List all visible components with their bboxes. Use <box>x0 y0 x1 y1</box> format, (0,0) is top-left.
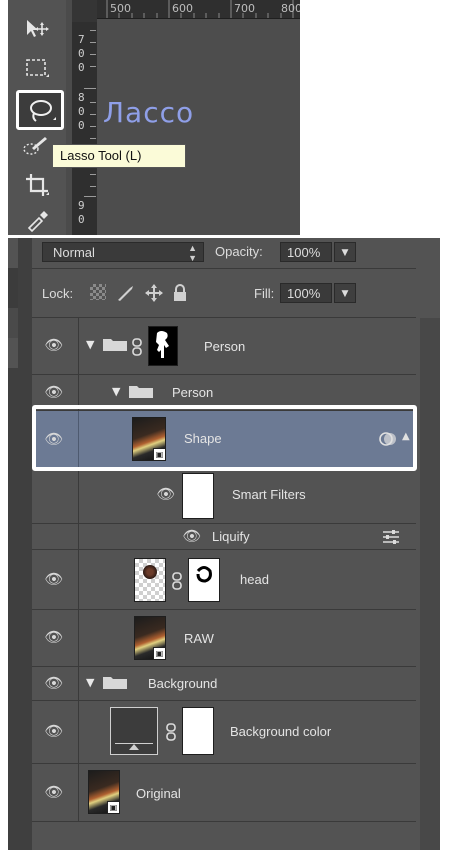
opacity-input[interactable]: 100% <box>280 242 332 262</box>
link-icon[interactable] <box>132 338 142 360</box>
layer-name: Smart Filters <box>232 487 306 502</box>
blending-options-icon[interactable] <box>382 529 400 549</box>
layer-name: head <box>240 572 269 587</box>
expand-caret-icon[interactable]: ▼ <box>86 676 94 689</box>
eye-icon[interactable]: 👁︎ <box>182 527 202 547</box>
layer-name: Background color <box>230 724 332 739</box>
ruler-label-500: 500 <box>110 2 131 15</box>
layer-row-background-color[interactable]: 👁︎ Background color <box>32 701 416 764</box>
opacity-label: Opacity: <box>215 244 263 259</box>
fill-layer-thumbnail[interactable] <box>110 707 158 755</box>
layer-name: Original <box>136 786 181 801</box>
eye-icon[interactable]: 👁︎ <box>44 783 64 803</box>
lock-position-icon[interactable] <box>144 283 164 307</box>
toolbar-screenshot: 500 600 700 800 7 0 0 8 0 0 9 0 Лассо La… <box>8 0 300 235</box>
smart-object-badge-icon: ▣ <box>153 647 165 659</box>
eyedropper-icon[interactable] <box>22 206 52 234</box>
ruler-corner <box>72 0 97 22</box>
chevron-down-icon: ▼ <box>341 248 349 258</box>
layer-row-original[interactable]: 👁︎ ▣ Original <box>32 764 416 822</box>
quick-select-icon[interactable] <box>20 134 50 162</box>
opacity-dropdown-button[interactable]: ▼ <box>334 242 356 262</box>
ruler-digit: 0 <box>78 61 85 74</box>
rect-marquee-icon[interactable] <box>22 56 52 84</box>
layers-panel-body: Normal ▲ ▼ Opacity: 100% ▼ Lock: Fill: 10… <box>32 238 440 850</box>
layer-mask-thumbnail[interactable] <box>148 326 178 366</box>
eye-icon[interactable]: 👁︎ <box>44 336 64 356</box>
lasso-tooltip: Lasso Tool (L) <box>52 144 186 168</box>
lock-label: Lock: <box>42 286 74 301</box>
layer-row-head[interactable]: 👁︎ head <box>32 550 416 610</box>
layers-panel: Normal ▲ ▼ Opacity: 100% ▼ Lock: Fill: 10… <box>8 238 440 850</box>
layer-name: Person <box>204 339 246 354</box>
smart-object-badge-icon: ▣ <box>107 801 119 813</box>
folder-icon <box>102 674 128 694</box>
eye-icon[interactable]: 👁︎ <box>44 383 64 403</box>
folder-icon <box>128 383 154 403</box>
tools-panel <box>8 0 66 235</box>
layer-thumbnail[interactable] <box>134 558 166 602</box>
ruler-digit: 9 <box>78 199 85 212</box>
link-icon[interactable] <box>166 723 176 745</box>
eye-icon[interactable]: 👁︎ <box>44 628 64 648</box>
layers-scrollbar[interactable] <box>420 318 440 850</box>
expand-caret-icon[interactable]: ▼ <box>86 338 94 351</box>
link-icon[interactable] <box>172 572 182 594</box>
blend-mode-value: Normal <box>53 245 95 260</box>
fill-input[interactable]: 100% <box>280 283 332 303</box>
eye-icon[interactable]: 👁︎ <box>44 570 64 590</box>
layer-name: RAW <box>184 631 214 646</box>
folder-icon <box>102 336 128 356</box>
layer-mask-thumbnail[interactable] <box>188 558 220 602</box>
layer-row-liquify[interactable]: 👁︎ Liquify <box>32 524 416 550</box>
lasso-icon <box>27 98 57 128</box>
layer-name: Background <box>148 676 218 691</box>
layer-name: Person <box>172 385 214 400</box>
ruler-label-700: 700 <box>234 2 255 15</box>
ruler-digit: 7 <box>78 33 85 46</box>
ruler-digit: 0 <box>78 105 85 118</box>
eye-icon[interactable]: 👁︎ <box>156 485 176 505</box>
layer-mask-thumbnail[interactable] <box>182 707 214 755</box>
layer-row-raw[interactable]: 👁︎ ▣ RAW <box>32 610 416 667</box>
filter-mask-thumbnail[interactable] <box>182 473 214 519</box>
ruler-digit: 0 <box>78 119 85 132</box>
ruler-label-800: 800 <box>281 2 300 15</box>
horizontal-ruler: 500 600 700 800 <box>97 0 300 19</box>
ruler-digit: 8 <box>78 91 85 104</box>
expand-caret-icon[interactable]: ▼ <box>112 385 120 398</box>
shape-layer-highlight-frame <box>32 405 417 471</box>
move-tool-icon[interactable] <box>22 18 52 46</box>
select-arrows-icon: ▲ ▼ <box>188 243 197 263</box>
ruler-digit: 0 <box>78 213 85 226</box>
layer-row-background-group[interactable]: 👁︎ ▼ Background <box>32 667 416 701</box>
lock-all-icon[interactable] <box>172 283 188 307</box>
ruler-label-600: 600 <box>172 2 193 15</box>
vertical-ruler: 7 0 0 8 0 0 9 0 <box>72 22 97 235</box>
eye-icon[interactable]: 👁︎ <box>44 722 64 742</box>
layer-row-smart-filters[interactable]: 👁︎ Smart Filters <box>32 469 416 524</box>
chevron-down-icon: ▼ <box>341 289 349 299</box>
lock-pixels-icon[interactable] <box>116 284 136 306</box>
smart-object-thumbnail[interactable]: ▣ <box>134 616 166 660</box>
eye-icon[interactable]: 👁︎ <box>44 674 64 694</box>
lasso-caption: Лассо <box>103 96 195 129</box>
lock-transparency-icon[interactable] <box>90 284 106 300</box>
blend-mode-select[interactable]: Normal ▲ ▼ <box>42 242 204 263</box>
fill-dropdown-button[interactable]: ▼ <box>334 283 356 303</box>
layer-row-person-group[interactable]: 👁︎ ▼ Person <box>32 318 416 375</box>
ruler-digit: 0 <box>78 47 85 60</box>
smart-object-thumbnail[interactable]: ▣ <box>88 770 120 814</box>
fill-label: Fill: <box>254 286 275 301</box>
crop-icon[interactable] <box>22 172 52 200</box>
layer-name: Liquify <box>212 529 250 544</box>
lasso-tool-button[interactable] <box>16 90 64 130</box>
